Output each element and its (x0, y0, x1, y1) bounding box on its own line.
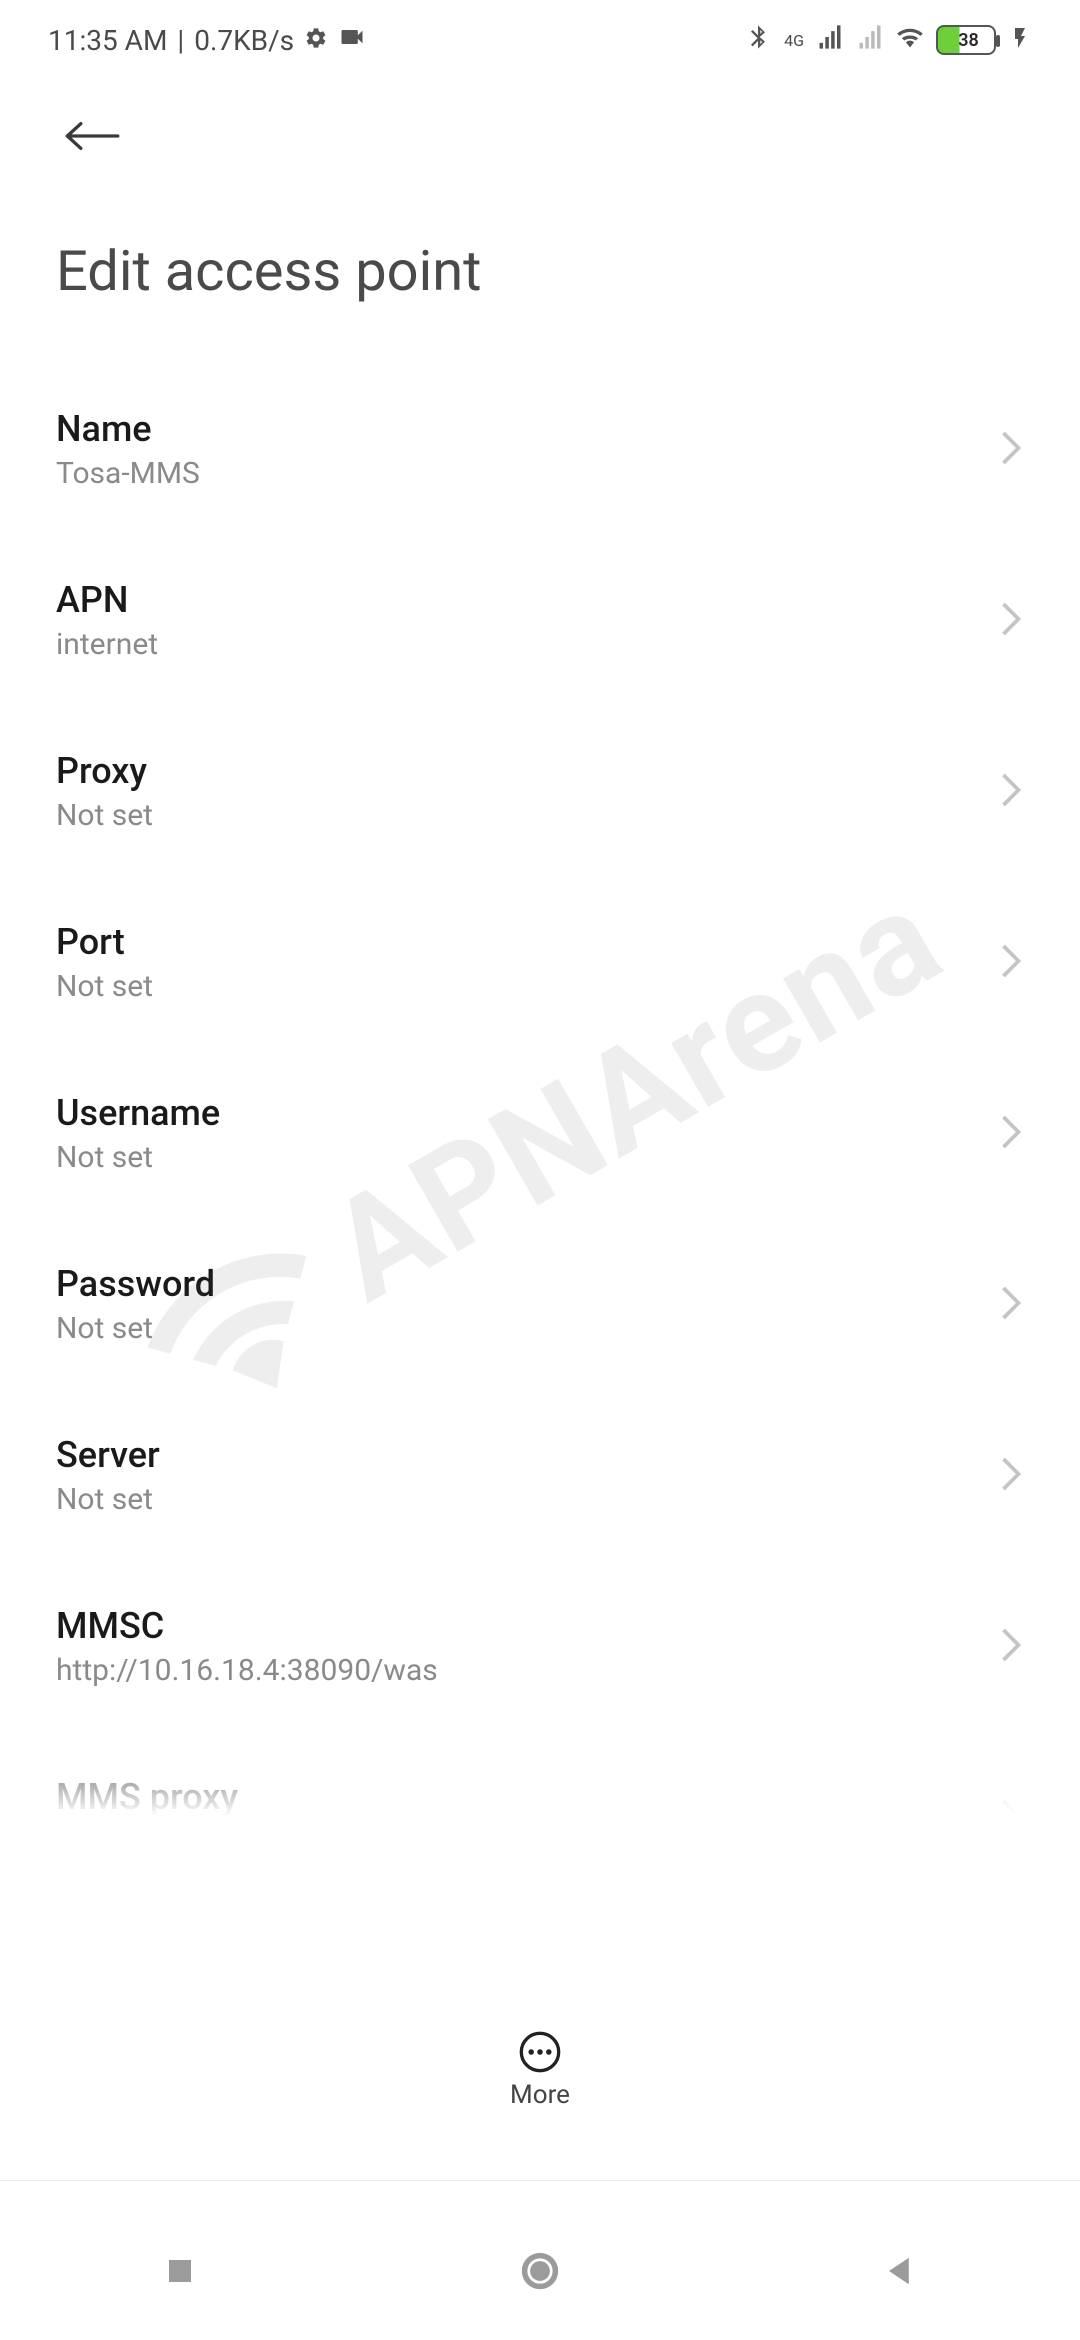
charging-icon (1008, 24, 1032, 57)
item-value: Tosa-MMS (56, 456, 200, 491)
settings-list: Name Tosa-MMS APN internet Proxy Not set… (0, 364, 1080, 1903)
chevron-right-icon (998, 1796, 1024, 1840)
nav-recent-button[interactable] (158, 2249, 202, 2297)
chevron-right-icon (998, 1454, 1024, 1498)
settings-icon (304, 24, 328, 57)
page-title: Edit access point (56, 238, 1024, 304)
apn-field-apn[interactable]: APN internet (56, 535, 1024, 706)
item-value: internet (56, 627, 158, 662)
apn-field-name[interactable]: Name Tosa-MMS (56, 364, 1024, 535)
item-value: Not set (56, 1482, 160, 1517)
apn-field-password[interactable]: Password Not set (56, 1219, 1024, 1390)
item-label: Password (56, 1263, 215, 1305)
apn-field-proxy[interactable]: Proxy Not set (56, 706, 1024, 877)
network-4g-label: 4G (784, 31, 804, 50)
circle-icon (518, 2249, 562, 2293)
status-bar: 11:35 AM | 0.7KB/s 4G (0, 0, 1080, 80)
item-label: MMS proxy (56, 1776, 238, 1818)
chevron-right-icon (998, 941, 1024, 985)
square-icon (158, 2249, 202, 2293)
battery-indicator: 38 (936, 25, 996, 55)
chevron-right-icon (998, 770, 1024, 814)
more-label: More (510, 2080, 570, 2110)
back-button[interactable] (56, 108, 128, 168)
item-value: http://10.16.18.4:38090/was (56, 1653, 438, 1688)
system-nav-bar (0, 2180, 1080, 2340)
more-button[interactable]: More (0, 2030, 1080, 2110)
chevron-right-icon (998, 1625, 1024, 1669)
status-data-rate: 0.7KB/s (194, 24, 294, 57)
item-label: Username (56, 1092, 220, 1134)
item-label: MMSC (56, 1605, 438, 1647)
item-label: APN (56, 579, 158, 621)
bluetooth-icon (744, 23, 772, 58)
apn-field-username[interactable]: Username Not set (56, 1048, 1024, 1219)
chevron-right-icon (998, 599, 1024, 643)
nav-home-button[interactable] (518, 2249, 562, 2297)
chevron-right-icon (998, 428, 1024, 472)
battery-percent: 38 (958, 30, 979, 51)
chevron-right-icon (998, 1283, 1024, 1327)
apn-field-mmsc[interactable]: MMSC http://10.16.18.4:38090/was (56, 1561, 1024, 1732)
status-time: 11:35 AM (48, 24, 167, 57)
wifi-icon (896, 23, 924, 58)
nav-back-button[interactable] (878, 2249, 922, 2297)
item-value: Not set (56, 798, 153, 833)
arrow-left-icon (64, 116, 120, 156)
more-icon (518, 2030, 562, 2074)
triangle-left-icon (878, 2249, 922, 2293)
item-label: Proxy (56, 750, 153, 792)
chevron-right-icon (998, 1112, 1024, 1156)
apn-field-port[interactable]: Port Not set (56, 877, 1024, 1048)
apn-field-server[interactable]: Server Not set (56, 1390, 1024, 1561)
item-value: Not set (56, 1311, 215, 1346)
item-value: Not set (56, 969, 153, 1004)
apn-field-mms-proxy[interactable]: MMS proxy 10.16.18.77 (56, 1732, 1024, 1903)
signal-sim1-icon (816, 23, 844, 58)
status-separator: | (177, 24, 184, 57)
item-label: Port (56, 921, 153, 963)
item-label: Name (56, 408, 200, 450)
item-label: Server (56, 1434, 160, 1476)
item-value: Not set (56, 1140, 220, 1175)
signal-sim2-icon (856, 23, 884, 58)
item-value: 10.16.18.77 (56, 1824, 238, 1859)
camera-icon (338, 23, 366, 58)
